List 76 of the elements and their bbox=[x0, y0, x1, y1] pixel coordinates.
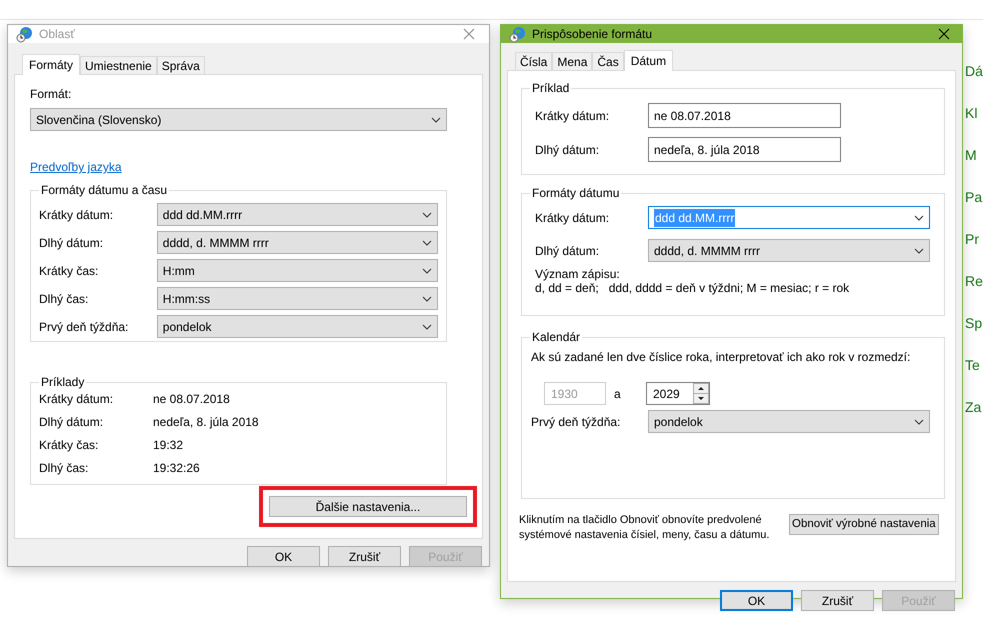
chevron-down-icon bbox=[914, 248, 924, 254]
chevron-down-icon bbox=[422, 268, 432, 274]
field-label: Dlhý čas: bbox=[39, 290, 90, 308]
group-title: Formáty dátumu bbox=[530, 185, 622, 201]
field-label: Krátky dátum: bbox=[535, 210, 610, 226]
dropdown[interactable]: Slovenčina (Slovensko) bbox=[30, 108, 447, 131]
chevron-down-icon bbox=[431, 116, 441, 122]
field-label: Krátky čas: bbox=[39, 262, 100, 280]
dialog-button[interactable]: OK bbox=[247, 546, 320, 567]
background-text: Te bbox=[965, 356, 980, 375]
window-title: Oblasť bbox=[39, 26, 75, 43]
background-text: Za bbox=[965, 398, 982, 417]
tab[interactable]: Formáty bbox=[22, 54, 80, 75]
dropdown[interactable]: H:mm:ss bbox=[156, 287, 438, 310]
group-title: Príklady bbox=[39, 374, 86, 390]
field-label: Krátky dátum: bbox=[39, 391, 114, 408]
dropdown[interactable]: dddd, d. MMMM rrrr bbox=[648, 239, 930, 262]
dropdown[interactable]: H:mm bbox=[156, 259, 438, 282]
field-label: Formát: bbox=[30, 86, 72, 103]
legend-title: Význam zápisu: bbox=[535, 267, 621, 281]
field-label: Dlhý dátum: bbox=[39, 414, 104, 431]
chevron-down-icon bbox=[422, 296, 432, 302]
year-spinner[interactable]: 2029 bbox=[646, 382, 710, 405]
field-label: Prvý deň týždňa: bbox=[531, 414, 622, 430]
example-value: 19:32:26 bbox=[153, 460, 200, 477]
spinner-arrows-icon[interactable] bbox=[693, 383, 709, 404]
tab[interactable]: Správa bbox=[156, 56, 205, 74]
chevron-down-icon bbox=[914, 214, 924, 220]
chevron-down-icon bbox=[422, 212, 432, 218]
dropdown[interactable]: ddd dd.MM.rrrr bbox=[156, 203, 438, 226]
dropdown[interactable]: dddd, d. MMMM rrrr bbox=[156, 231, 438, 254]
field-label: Dlhý dátum: bbox=[535, 142, 600, 158]
example-value: nedeľa, 8. júla 2018 bbox=[153, 414, 259, 431]
tab[interactable]: Čas bbox=[592, 52, 624, 70]
example-value: 19:32 bbox=[153, 437, 184, 454]
background-text: Dá bbox=[965, 62, 983, 81]
legend-text: d, dd = deň; ddd, dddd = deň v týždni; M = mesiac; r = rok bbox=[535, 281, 850, 296]
field-label: Dlhý dátum: bbox=[39, 234, 104, 252]
chevron-down-icon bbox=[422, 324, 432, 330]
instruction-text: Ak sú zadané len dve číslice roka, interpretovať ich ako rok v rozmedzí: bbox=[531, 349, 912, 366]
year-field: 1930 bbox=[544, 382, 606, 405]
close-icon[interactable] bbox=[463, 28, 475, 40]
reset-note: Kliknutím na tlačidlo Obnoviť obnovíte predvolené systémové nastavenia čísiel, meny, času a dátumu. bbox=[519, 513, 770, 543]
field-label: Dlhý čas: bbox=[39, 460, 90, 477]
dialog-button[interactable]: Zrušiť bbox=[801, 590, 874, 611]
group-title: Formáty dátumu a času bbox=[39, 182, 170, 198]
language-preferences-link[interactable]: Predvoľby jazyka bbox=[30, 158, 122, 176]
chevron-down-icon bbox=[422, 240, 432, 246]
example-value: ne 08.07.2018 bbox=[153, 391, 230, 408]
field-label: Krátky dátum: bbox=[535, 108, 610, 124]
dropdown[interactable]: pondelok bbox=[648, 410, 930, 433]
background-text: M bbox=[965, 146, 977, 165]
text-field[interactable]: nedeľa, 8. júla 2018 bbox=[648, 137, 841, 162]
field-label: Prvý deň týždňa: bbox=[39, 318, 130, 336]
field-label: Krátky čas: bbox=[39, 437, 100, 454]
close-icon[interactable] bbox=[938, 28, 950, 40]
field-label: Dlhý dátum: bbox=[535, 242, 600, 260]
background-text: Kl bbox=[965, 104, 978, 123]
background-text: Re bbox=[965, 272, 983, 291]
range-separator: a bbox=[614, 386, 622, 402]
tab[interactable]: Čísla bbox=[515, 52, 552, 70]
background-text: Pa bbox=[965, 188, 982, 207]
reset-button[interactable]: Obnoviť výrobné nastavenia bbox=[789, 514, 939, 535]
dropdown[interactable]: pondelok bbox=[156, 315, 438, 338]
chevron-down-icon bbox=[914, 418, 924, 424]
tab[interactable]: Dátum bbox=[624, 50, 674, 71]
window-title: Prispôsobenie formátu bbox=[532, 26, 652, 43]
background-text: Sp bbox=[965, 314, 982, 333]
text-field[interactable]: ne 08.07.2018 bbox=[648, 103, 841, 128]
dialog-button[interactable]: Ďalšie nastavenia... bbox=[269, 496, 467, 517]
dialog-button[interactable]: Zrušiť bbox=[328, 546, 401, 567]
dialog-button[interactable]: OK bbox=[720, 590, 793, 611]
background-text: Pr bbox=[965, 230, 979, 249]
field-label: Krátky dátum: bbox=[39, 206, 114, 224]
tab[interactable]: Mena bbox=[552, 52, 592, 70]
tab[interactable]: Umiestnenie bbox=[80, 56, 157, 74]
